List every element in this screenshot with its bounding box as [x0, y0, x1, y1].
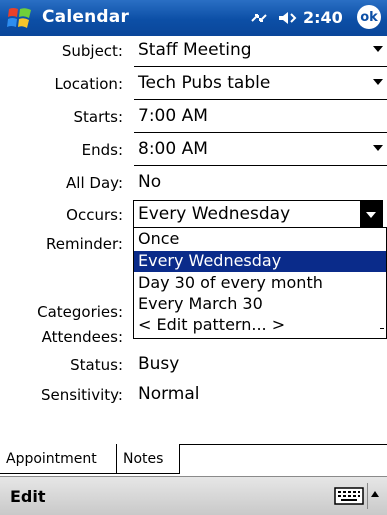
dropdown-scroll-marker — [380, 328, 384, 329]
starts-row: Starts: 7:00 AM — [0, 102, 387, 134]
ends-row: Ends: 8:00 AM — [0, 135, 387, 167]
dropdown-option-every-march-30[interactable]: Every March 30 — [134, 294, 386, 315]
subject-dropdown-arrow-icon[interactable] — [373, 46, 383, 52]
edit-menu[interactable]: Edit — [10, 487, 46, 506]
status-row: Status: Busy — [0, 350, 387, 382]
keyboard-icon[interactable] — [334, 486, 364, 506]
dropdown-option-edit-pattern[interactable]: < Edit pattern... > — [134, 315, 386, 336]
dropdown-option-day-30[interactable]: Day 30 of every month — [134, 273, 386, 294]
location-label: Location: — [54, 75, 124, 93]
dropdown-option-every-wednesday[interactable]: Every Wednesday — [134, 251, 386, 272]
subject-underline — [134, 66, 387, 67]
all-day-label: All Day: — [66, 174, 123, 192]
all-day-field[interactable]: No — [138, 172, 161, 192]
location-field[interactable]: Tech Pubs table — [138, 73, 270, 93]
categories-label: Categories: — [37, 303, 123, 321]
occurs-label: Occurs: — [66, 206, 123, 224]
menu-bar: Edit — [0, 476, 387, 515]
subject-label: Subject: — [61, 42, 123, 60]
occurs-dropdown-list[interactable]: Once Every Wednesday Day 30 of every mon… — [133, 227, 387, 339]
starts-label: Starts: — [73, 108, 123, 126]
all-day-row: All Day: No — [0, 168, 387, 200]
occurs-combobox[interactable]: Every Wednesday — [133, 200, 383, 228]
location-dropdown-arrow-icon[interactable] — [373, 79, 383, 85]
occurs-dropdown-button[interactable] — [360, 201, 382, 227]
menu-separator — [367, 483, 368, 509]
occurs-value[interactable]: Every Wednesday — [138, 204, 290, 224]
sensitivity-label: Sensitivity: — [40, 386, 123, 404]
volume-icon[interactable] — [277, 9, 299, 27]
status-label: Status: — [70, 356, 123, 374]
status-field[interactable]: Busy — [138, 354, 179, 374]
subject-field[interactable]: Staff Meeting — [138, 40, 252, 60]
location-underline — [134, 99, 387, 100]
starts-field[interactable]: 7:00 AM — [138, 106, 208, 126]
reminder-label: Reminder: — [46, 235, 123, 253]
dropdown-option-once[interactable]: Once — [134, 229, 386, 250]
clock[interactable]: 2:40 — [303, 8, 343, 27]
sensitivity-row: Sensitivity: Normal — [0, 380, 387, 412]
ends-underline — [134, 165, 387, 166]
location-row: Location: Tech Pubs table — [0, 69, 387, 101]
ok-button[interactable]: ok — [357, 5, 381, 29]
connectivity-icon[interactable] — [248, 9, 270, 27]
ends-dropdown-arrow-icon[interactable] — [373, 145, 383, 151]
attendees-label: Attendees: — [41, 328, 123, 346]
subject-row: Subject: Staff Meeting — [0, 36, 387, 68]
ends-field[interactable]: 8:00 AM — [138, 139, 208, 159]
starts-underline — [134, 132, 387, 133]
tab-strip: Appointment Notes — [0, 444, 387, 476]
app-title: Calendar — [42, 7, 130, 27]
tab-notes[interactable]: Notes — [117, 444, 179, 474]
input-panel-arrow-icon[interactable] — [371, 491, 379, 497]
tab-separator — [179, 444, 180, 474]
sensitivity-field[interactable]: Normal — [138, 384, 200, 404]
title-bar: Calendar 2:40 ok — [0, 0, 387, 36]
start-flag-icon[interactable] — [6, 5, 34, 31]
tab-appointment[interactable]: Appointment — [0, 444, 116, 474]
ends-label: Ends: — [81, 141, 123, 159]
